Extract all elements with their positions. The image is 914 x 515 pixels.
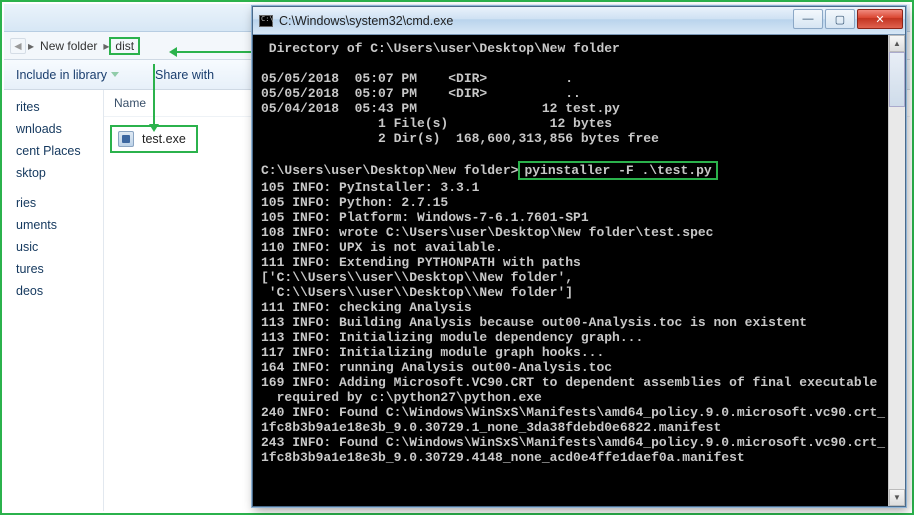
sidebar-item[interactable]: ries: [6, 192, 103, 214]
cmd-title-text: C:\Windows\system32\cmd.exe: [279, 14, 453, 28]
scroll-down-button[interactable]: ▼: [889, 489, 905, 506]
sidebar-item[interactable]: deos: [6, 280, 103, 302]
share-with-menu[interactable]: Share with: [155, 68, 214, 82]
sidebar-item[interactable]: wnloads: [6, 118, 103, 140]
scroll-up-button[interactable]: ▲: [889, 35, 905, 52]
nav-back-icon[interactable]: ◄: [10, 38, 26, 54]
sidebar-item[interactable]: rites: [6, 96, 103, 118]
minimize-button[interactable]: —: [793, 9, 823, 29]
breadcrumb-seg-2[interactable]: dist: [109, 37, 140, 55]
close-button[interactable]: ✕: [857, 9, 903, 29]
cmd-output[interactable]: Directory of C:\Users\user\Desktop\New f…: [253, 35, 905, 506]
sidebar-item[interactable]: usic: [6, 236, 103, 258]
explorer-sidebar: rites wnloads cent Places sktop ries ume…: [4, 90, 104, 511]
scroll-thumb[interactable]: [889, 52, 905, 107]
annotation-arrow: [177, 51, 257, 53]
maximize-button[interactable]: ▢: [825, 9, 855, 29]
chevron-down-icon: [111, 72, 119, 77]
scrollbar[interactable]: ▲ ▼: [888, 35, 905, 506]
cmd-window: C:\Windows\system32\cmd.exe — ▢ ✕ Direct…: [252, 6, 906, 507]
file-name: test.exe: [142, 132, 186, 146]
sidebar-item[interactable]: sktop: [6, 162, 103, 184]
annotation-arrow: [153, 64, 155, 124]
exe-icon: [118, 131, 134, 147]
sidebar-item[interactable]: tures: [6, 258, 103, 280]
breadcrumb-seg-1[interactable]: New folder: [34, 37, 103, 55]
command-line-highlight: pyinstaller -F .\test.py: [518, 161, 717, 180]
include-in-library-menu[interactable]: Include in library: [16, 68, 119, 82]
sidebar-item[interactable]: uments: [6, 214, 103, 236]
cmd-titlebar[interactable]: C:\Windows\system32\cmd.exe — ▢ ✕: [253, 7, 905, 35]
sidebar-item[interactable]: cent Places: [6, 140, 103, 162]
cmd-icon: [259, 15, 273, 27]
